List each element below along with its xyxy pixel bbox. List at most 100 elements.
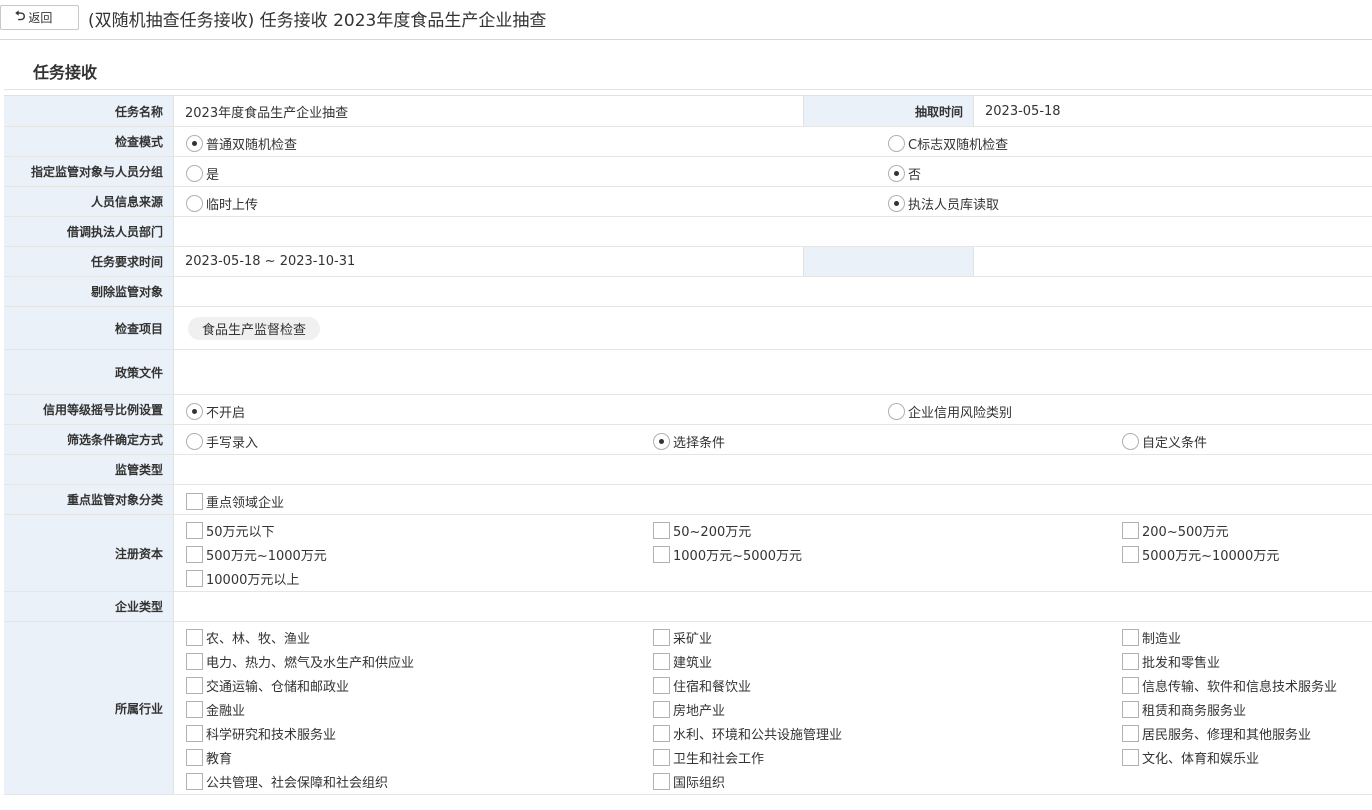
label-personnel-source: 人员信息来源: [4, 187, 174, 216]
checkbox-icon: [1122, 725, 1139, 742]
radio-assign-no[interactable]: 否: [888, 164, 921, 183]
checkbox-capital-option[interactable]: 200~500万元: [1122, 521, 1229, 540]
option-label: 科学研究和技术服务业: [206, 728, 337, 743]
label-industry: 所属行业: [4, 622, 174, 794]
option-label: 不开启: [206, 406, 246, 421]
checkbox-industry-option[interactable]: 电力、热力、燃气及水生产和供应业: [186, 652, 414, 671]
label-task-name: 任务名称: [4, 96, 174, 126]
option-label: 房地产业: [673, 704, 726, 719]
checkbox-industry-option[interactable]: 制造业: [1122, 628, 1181, 647]
option-label: 10000万元以上: [206, 573, 300, 588]
label-enterprise-type: 企业类型: [4, 592, 174, 621]
radio-icon: [186, 135, 203, 152]
radio-manual-entry[interactable]: 手写录入: [186, 432, 258, 451]
row-policy-docs: 政策文件: [4, 350, 1372, 395]
option-label: 企业信用风险类别: [908, 406, 1013, 421]
section-title: 任务接收: [33, 63, 98, 82]
checkbox-industry-option[interactable]: 教育: [186, 748, 232, 767]
radio-icon: [888, 135, 905, 152]
radio-temp-upload[interactable]: 临时上传: [186, 194, 258, 213]
checkbox-industry-option[interactable]: 房地产业: [653, 700, 725, 719]
checkbox-icon: [186, 725, 203, 742]
row-inspection-items: 检查项目 食品生产监督检查: [4, 307, 1372, 350]
checkbox-industry-option[interactable]: 公共管理、社会保障和社会组织: [186, 772, 388, 791]
checkbox-industry-option[interactable]: 金融业: [186, 700, 245, 719]
checkbox-capital-option[interactable]: 10000万元以上: [186, 569, 299, 588]
option-label: 教育: [206, 752, 233, 767]
checkbox-industry-option[interactable]: 信息传输、软件和信息技术服务业: [1122, 676, 1337, 695]
checkbox-icon: [186, 546, 203, 563]
option-label: 自定义条件: [1142, 436, 1208, 451]
back-button[interactable]: ⮌ 返回: [0, 5, 79, 30]
checkbox-capital-option[interactable]: 50万元以下: [186, 521, 275, 540]
radio-c-mark-double-random[interactable]: C标志双随机检查: [888, 134, 1008, 153]
radio-select-conditions[interactable]: 选择条件: [653, 432, 725, 451]
checkbox-industry-option[interactable]: 住宿和餐饮业: [653, 676, 751, 695]
label-supervision-type: 监管类型: [4, 455, 174, 484]
option-label: 文化、体育和娱乐业: [1142, 752, 1260, 767]
radio-icon: [1122, 433, 1139, 450]
checkbox-industry-option[interactable]: 水利、环境和公共设施管理业: [653, 724, 842, 743]
inspection-item-tag[interactable]: 食品生产监督检查: [188, 317, 321, 340]
option-label: 公共管理、社会保障和社会组织: [206, 776, 389, 791]
checkbox-icon: [1122, 546, 1139, 563]
radio-custom-conditions[interactable]: 自定义条件: [1122, 432, 1207, 451]
option-label: C标志双随机检查: [908, 138, 1009, 153]
top-bar: ⮌ 返回 (双随机抽查任务接收) 任务接收 2023年度食品生产企业抽查: [0, 0, 1372, 40]
row-supervision-type: 监管类型: [4, 455, 1372, 485]
extract-time-value: 2023-05-18: [985, 103, 1061, 119]
checkbox-industry-option[interactable]: 农、林、牧、渔业: [186, 628, 310, 647]
label-borrowed-dept: 借调执法人员部门: [4, 217, 174, 246]
checkbox-icon: [186, 773, 203, 790]
checkbox-industry-option[interactable]: 批发和零售业: [1122, 652, 1220, 671]
checkbox-industry-option[interactable]: 科学研究和技术服务业: [186, 724, 336, 743]
row-assign-group: 指定监管对象与人员分组 是 否: [4, 157, 1372, 187]
row-industry: 所属行业 农、林、牧、渔业 采矿业 制造业 电力、热力、燃气及水生产和供应业 建…: [4, 622, 1372, 795]
radio-normal-double-random[interactable]: 普通双随机检查: [186, 134, 297, 153]
radio-credit-off[interactable]: 不开启: [186, 402, 245, 421]
checkbox-industry-option[interactable]: 卫生和社会工作: [653, 748, 764, 767]
checkbox-icon: [653, 749, 670, 766]
checkbox-industry-option[interactable]: 租赁和商务服务业: [1122, 700, 1246, 719]
label-required-time: 任务要求时间: [4, 247, 174, 276]
checkbox-icon: [653, 701, 670, 718]
checkbox-capital-option[interactable]: 1000万元~5000万元: [653, 545, 802, 564]
option-label: 租赁和商务服务业: [1142, 704, 1247, 719]
label-policy-docs: 政策文件: [4, 350, 174, 394]
radio-icon: [186, 195, 203, 212]
checkbox-capital-option[interactable]: 50~200万元: [653, 521, 751, 540]
row-excluded-objects: 剔除监管对象: [4, 277, 1372, 307]
radio-icon: [653, 433, 670, 450]
checkbox-industry-option[interactable]: 文化、体育和娱乐业: [1122, 748, 1259, 767]
row-key-category: 重点监管对象分类 重点领域企业: [4, 485, 1372, 515]
radio-icon: [186, 433, 203, 450]
checkbox-industry-option[interactable]: 交通运输、仓储和邮政业: [186, 676, 349, 695]
row-borrowed-dept: 借调执法人员部门: [4, 217, 1372, 247]
label-inspection-items: 检查项目: [4, 307, 174, 349]
option-label: 制造业: [1142, 632, 1182, 647]
option-label: 信息传输、软件和信息技术服务业: [1142, 680, 1338, 695]
checkbox-industry-option[interactable]: 居民服务、修理和其他服务业: [1122, 724, 1311, 743]
label-check-mode: 检查模式: [4, 127, 174, 156]
radio-assign-yes[interactable]: 是: [186, 164, 219, 183]
checkbox-capital-option[interactable]: 500万元~1000万元: [186, 545, 327, 564]
checkbox-key-domain-enterprise[interactable]: 重点领域企业: [186, 492, 284, 511]
row-filter-method: 筛选条件确定方式 手写录入 选择条件 自定义条件: [4, 425, 1372, 455]
label-assign-group: 指定监管对象与人员分组: [4, 157, 174, 186]
checkbox-icon: [186, 653, 203, 670]
radio-staff-library[interactable]: 执法人员库读取: [888, 194, 999, 213]
checkbox-industry-option[interactable]: 国际组织: [653, 772, 725, 791]
checkbox-icon: [186, 570, 203, 587]
page-title: (双随机抽查任务接收) 任务接收 2023年度食品生产企业抽查: [88, 11, 547, 31]
checkbox-industry-option[interactable]: 采矿业: [653, 628, 712, 647]
checkbox-industry-option[interactable]: 建筑业: [653, 652, 712, 671]
option-label: 执法人员库读取: [908, 198, 1000, 213]
required-time-value: 2023-05-18 ~ 2023-10-31: [185, 254, 356, 269]
option-label: 居民服务、修理和其他服务业: [1142, 728, 1312, 743]
row-check-mode: 检查模式 普通双随机检查 C标志双随机检查: [4, 127, 1372, 157]
radio-credit-risk-category[interactable]: 企业信用风险类别: [888, 402, 1012, 421]
checkbox-icon: [186, 522, 203, 539]
radio-icon: [186, 165, 203, 182]
checkbox-icon: [653, 546, 670, 563]
checkbox-capital-option[interactable]: 5000万元~10000万元: [1122, 545, 1279, 564]
